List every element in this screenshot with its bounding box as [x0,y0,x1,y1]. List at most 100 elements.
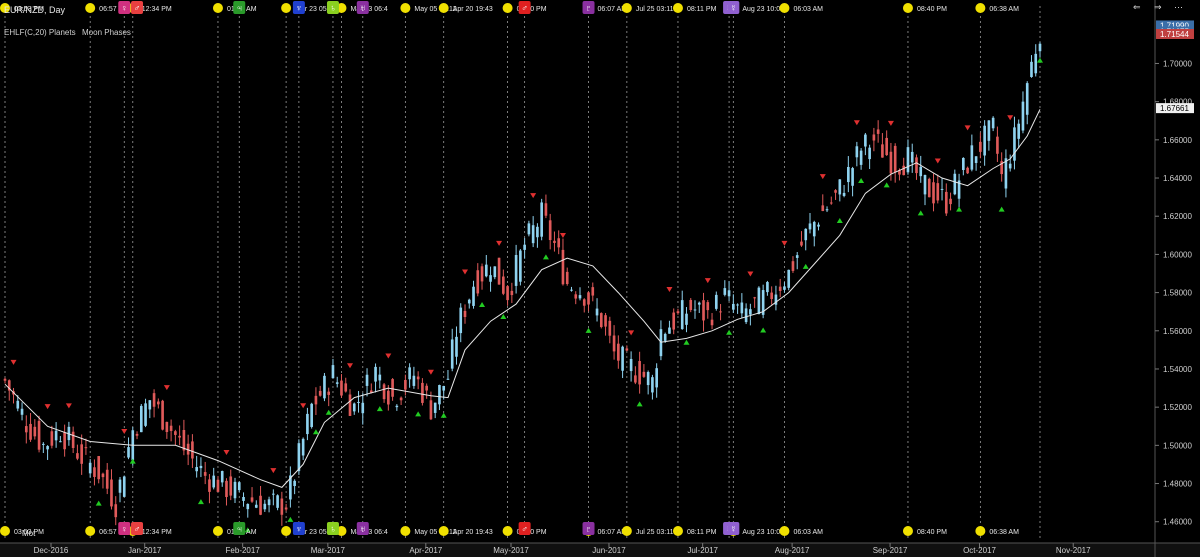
candle-body [825,209,829,211]
moon-event-label-top: Apr 20 19:43 [453,6,493,13]
candle-body [365,374,369,386]
up-arrow-marker [479,302,486,308]
candle-body [851,168,854,186]
candle-body [220,471,224,483]
candle-body [148,400,152,410]
x-tick-label: Aug-2017 [775,546,810,555]
candle-body [267,499,271,506]
candle-body [672,312,676,330]
y-tick-label: 1.66000 [1163,136,1192,145]
candle-body [24,426,28,433]
candle-body [693,309,697,311]
up-arrow-marker [858,177,865,183]
candle-body [710,319,714,326]
down-arrow-marker [163,385,170,391]
moon-phase-icon-top [975,3,986,13]
up-arrow-marker [95,500,102,506]
moon-event-label-bottom: 06:38 AM [989,529,1019,536]
chart-nav-left-icon[interactable]: ⇐ [1133,2,1141,13]
planet-glyph-icon: ♆ [296,524,303,534]
candle-body [927,178,931,198]
up-arrow-marker [998,206,1005,212]
y-tick-label: 1.62000 [1163,212,1192,221]
candle-body [139,405,143,433]
candle-body [280,498,284,515]
candle-body [395,405,399,408]
candle-body [374,366,377,382]
candle-body [842,192,846,196]
planet-glyph-icon: ♂ [134,524,141,534]
ema-line [4,109,1041,488]
candle-body [604,315,607,327]
candle-body [497,257,501,285]
candle-body [804,228,808,241]
candle-body [553,240,556,243]
candle-body [859,150,863,165]
candle-body [757,287,761,315]
moon-phase-icon-top [779,3,790,13]
up-arrow-marker [802,263,809,269]
y-tick-label: 1.64000 [1163,174,1192,183]
candle-body [778,286,782,291]
candle-body [587,292,590,305]
candle-body [182,429,186,451]
candle-body [318,390,322,396]
moon-event-label-top: Mar 23 06:4 [350,6,387,13]
candle-body [519,250,522,282]
candle-body [450,339,454,369]
moon-event-label-top: 08:11 PM [687,6,717,13]
candle-body [753,297,756,299]
x-tick-label: Oct-2017 [963,546,996,555]
candle-body [1030,61,1033,77]
up-arrow-marker [415,411,422,417]
down-arrow-marker [270,468,277,474]
candle-body [446,378,450,380]
chart-symbol-title: EUR/NZD, Day [4,5,66,15]
candle-body [889,151,893,174]
candle-body [357,401,360,403]
planet-glyph-icon: ☿ [730,3,737,13]
candle-body [595,308,599,316]
up-arrow-marker [956,206,963,212]
candle-body [161,400,164,430]
chart-nav-right-icon[interactable]: ⇒ [1154,2,1162,13]
candle-body [250,497,254,502]
down-arrow-marker [65,403,72,409]
candle-body [706,302,710,311]
candle-body [3,378,7,381]
candle-body [582,299,586,306]
candle-body [310,403,313,427]
candle-body [348,394,352,416]
candle-body [152,393,156,407]
moon-event-label-top: 08:40 PM [917,6,947,13]
moon-phase-icon-top [281,3,292,13]
planet-glyph-icon: ♄ [330,3,337,13]
moon-event-label-top: May 05 09:12 [414,6,457,13]
planet-glyph-icon: ♇ [585,524,592,534]
candle-body [868,147,871,160]
candle-body [459,307,463,334]
moon-event-label-bottom: Mar 23 06:4 [350,529,387,536]
up-arrow-marker [325,409,332,415]
candle-body [979,141,982,152]
up-arrow-marker [129,458,136,464]
candle-body [510,290,514,296]
candle-body [702,300,705,321]
down-arrow-marker [704,278,711,284]
candle-body [821,205,825,212]
indicator-label-ehlf[interactable]: EHLF(C,20) Planets [4,28,76,37]
chart-menu-icon[interactable]: ⋯ [1174,2,1183,13]
down-arrow-marker [853,120,860,126]
down-arrow-marker [44,404,51,410]
candle-body [740,302,744,314]
candle-body [727,290,731,297]
down-arrow-marker [819,174,826,180]
candle-body [272,493,275,495]
candle-body [174,431,177,435]
candle-body [438,385,441,405]
candle-body [480,266,484,282]
indicator-label-moon-phases[interactable]: Moon Phases [82,28,131,37]
moon-phase-icon-top [85,3,96,13]
candle-body [429,400,433,420]
y-tick-label: 1.52000 [1163,403,1192,412]
